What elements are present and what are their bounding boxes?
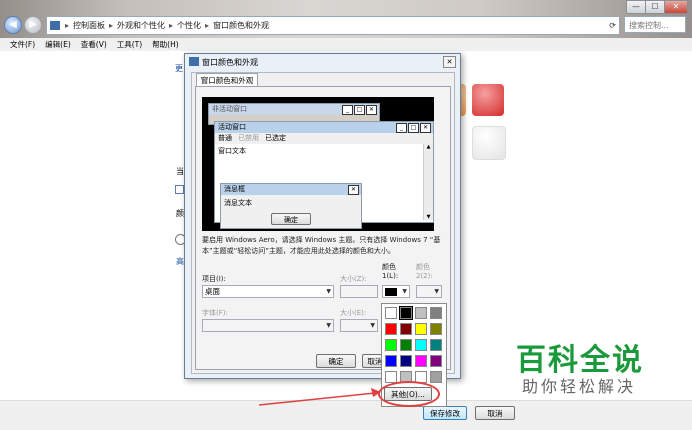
- chevron-down-icon: ▼: [326, 322, 331, 329]
- message-box-text: 消息文本: [224, 199, 252, 207]
- breadcrumb-personalization[interactable]: 个性化: [177, 20, 201, 31]
- message-box-title: 消息框: [221, 184, 361, 195]
- palette-color-cell[interactable]: [400, 355, 412, 367]
- palette-color-cell[interactable]: [430, 307, 442, 319]
- background-checkbox[interactable]: [175, 185, 184, 194]
- palette-color-cell[interactable]: [415, 323, 427, 335]
- dialog-title: 窗口颜色和外观: [202, 58, 258, 67]
- back-icon[interactable]: ◀: [4, 16, 22, 34]
- chevron-down-icon: ▼: [434, 288, 439, 295]
- preview-window-text: 窗口文本: [218, 147, 246, 155]
- window-controls: — ☐ ✕: [626, 0, 688, 14]
- refresh-icon[interactable]: ⟳: [609, 21, 616, 30]
- dialog-close-icon[interactable]: ✕: [443, 56, 456, 68]
- highlight-circle: [378, 381, 440, 407]
- color1-picker[interactable]: ▼: [382, 285, 410, 298]
- chevron-down-icon: ▼: [402, 288, 407, 295]
- close-icon: ✕: [348, 185, 359, 195]
- chevron-down-icon: ▼: [326, 288, 331, 295]
- color1-swatch: [385, 288, 397, 296]
- size-label: 大小(Z):: [340, 275, 367, 283]
- palette-color-cell[interactable]: [385, 323, 397, 335]
- palette-color-cell[interactable]: [399, 306, 413, 320]
- font-label: 字体(F):: [202, 309, 228, 317]
- address-bar[interactable]: ▸ 控制面板 ▸ 外观和个性化 ▸ 个性化 ▸ 窗口颜色和外观 ⟳: [46, 16, 620, 35]
- dialog-icon: [189, 57, 199, 66]
- annotation-arrow: [258, 388, 381, 406]
- preview-area: 非活动窗口 _ □ ✕ 活动窗口 _ □ ✕ 普通 已禁用 已选定 窗口文本 ▲…: [202, 97, 434, 231]
- close-icon: ✕: [420, 123, 431, 133]
- chevron-down-icon: ▼: [370, 322, 375, 329]
- background-link-bottom[interactable]: 高: [176, 256, 184, 267]
- preview-scrollbar: ▲ ▼: [423, 144, 433, 220]
- control-panel-icon: [50, 21, 60, 30]
- palette-color-cell[interactable]: [385, 339, 397, 351]
- preview-menu-normal: 普通: [218, 134, 232, 142]
- menu-bar: 文件(F) 编辑(E) 查看(V) 工具(T) 帮助(H): [0, 38, 692, 51]
- palette-color-cell[interactable]: [415, 339, 427, 351]
- palette-color-cell[interactable]: [430, 339, 442, 351]
- color-swatch-white[interactable]: [472, 126, 506, 160]
- menu-view[interactable]: 查看(V): [81, 39, 107, 50]
- palette-color-cell[interactable]: [385, 355, 397, 367]
- breadcrumb-appearance[interactable]: 外观和个性化: [117, 20, 165, 31]
- palette-color-cell[interactable]: [400, 339, 412, 351]
- color2-picker[interactable]: ▼: [416, 285, 442, 298]
- breadcrumb-window-color[interactable]: 窗口颜色和外观: [213, 20, 269, 31]
- palette-color-cell[interactable]: [415, 355, 427, 367]
- minimize-icon: _: [342, 105, 353, 115]
- menu-edit[interactable]: 编辑(E): [45, 39, 71, 50]
- preview-ok-button: 确定: [271, 213, 311, 225]
- cancel-button[interactable]: 取消: [475, 406, 515, 420]
- background-link[interactable]: 更: [175, 63, 183, 74]
- background-text-a: 当: [176, 167, 184, 176]
- maximize-icon: □: [408, 123, 419, 133]
- message-box-preview: 消息框 ✕ 消息文本 确定: [220, 183, 362, 229]
- palette-color-cell[interactable]: [430, 371, 442, 383]
- item-label: 项目(I):: [202, 275, 226, 283]
- menu-help[interactable]: 帮助(H): [152, 39, 179, 50]
- watermark-subtitle: 助你轻松解决: [522, 377, 637, 396]
- palette-color-cell[interactable]: [400, 323, 412, 335]
- menu-tools[interactable]: 工具(T): [117, 39, 142, 50]
- breadcrumb-control-panel[interactable]: 控制面板: [73, 20, 105, 31]
- item-select[interactable]: 桌面 ▼: [202, 285, 334, 298]
- color2-label: 颜色 2(2):: [416, 263, 433, 280]
- maximize-icon: □: [354, 105, 365, 115]
- close-icon: ✕: [366, 105, 377, 115]
- color1-label: 颜色 1(L):: [382, 263, 399, 280]
- palette-color-cell[interactable]: [430, 355, 442, 367]
- dialog-title-bar: 窗口颜色和外观 ✕: [185, 54, 460, 70]
- minimize-icon: _: [396, 123, 407, 133]
- font-select[interactable]: ▼: [202, 319, 334, 332]
- tab-window-color[interactable]: 窗口颜色和外观: [196, 73, 258, 87]
- search-input[interactable]: 搜索控制...: [624, 16, 686, 33]
- color-swatch-red[interactable]: [472, 84, 504, 116]
- maximize-button[interactable]: ☐: [645, 0, 665, 14]
- palette-color-cell[interactable]: [385, 307, 397, 319]
- font-size-label: 大小(E):: [340, 309, 367, 317]
- nav-buttons: ◀ ▶: [4, 16, 44, 34]
- font-size-select[interactable]: ▼: [340, 319, 378, 332]
- save-changes-button[interactable]: 保存修改: [423, 406, 467, 420]
- aero-description: 要启用 Windows Aero，请选择 Windows 主题。只有选择 Win…: [202, 236, 441, 255]
- forward-icon[interactable]: ▶: [24, 16, 42, 34]
- minimize-button[interactable]: —: [626, 0, 646, 14]
- dialog-ok-button[interactable]: 确定: [316, 354, 356, 368]
- preview-menu: 普通 已禁用 已选定: [215, 133, 433, 144]
- preview-menu-disabled: 已禁用: [238, 134, 259, 142]
- background-text-b: 颜: [176, 209, 184, 218]
- close-button[interactable]: ✕: [664, 0, 688, 14]
- palette-color-cell[interactable]: [415, 307, 427, 319]
- menu-file[interactable]: 文件(F): [10, 39, 35, 50]
- preview-menu-selected: 已选定: [265, 134, 286, 142]
- palette-color-cell[interactable]: [430, 323, 442, 335]
- size-spinner[interactable]: [340, 285, 378, 298]
